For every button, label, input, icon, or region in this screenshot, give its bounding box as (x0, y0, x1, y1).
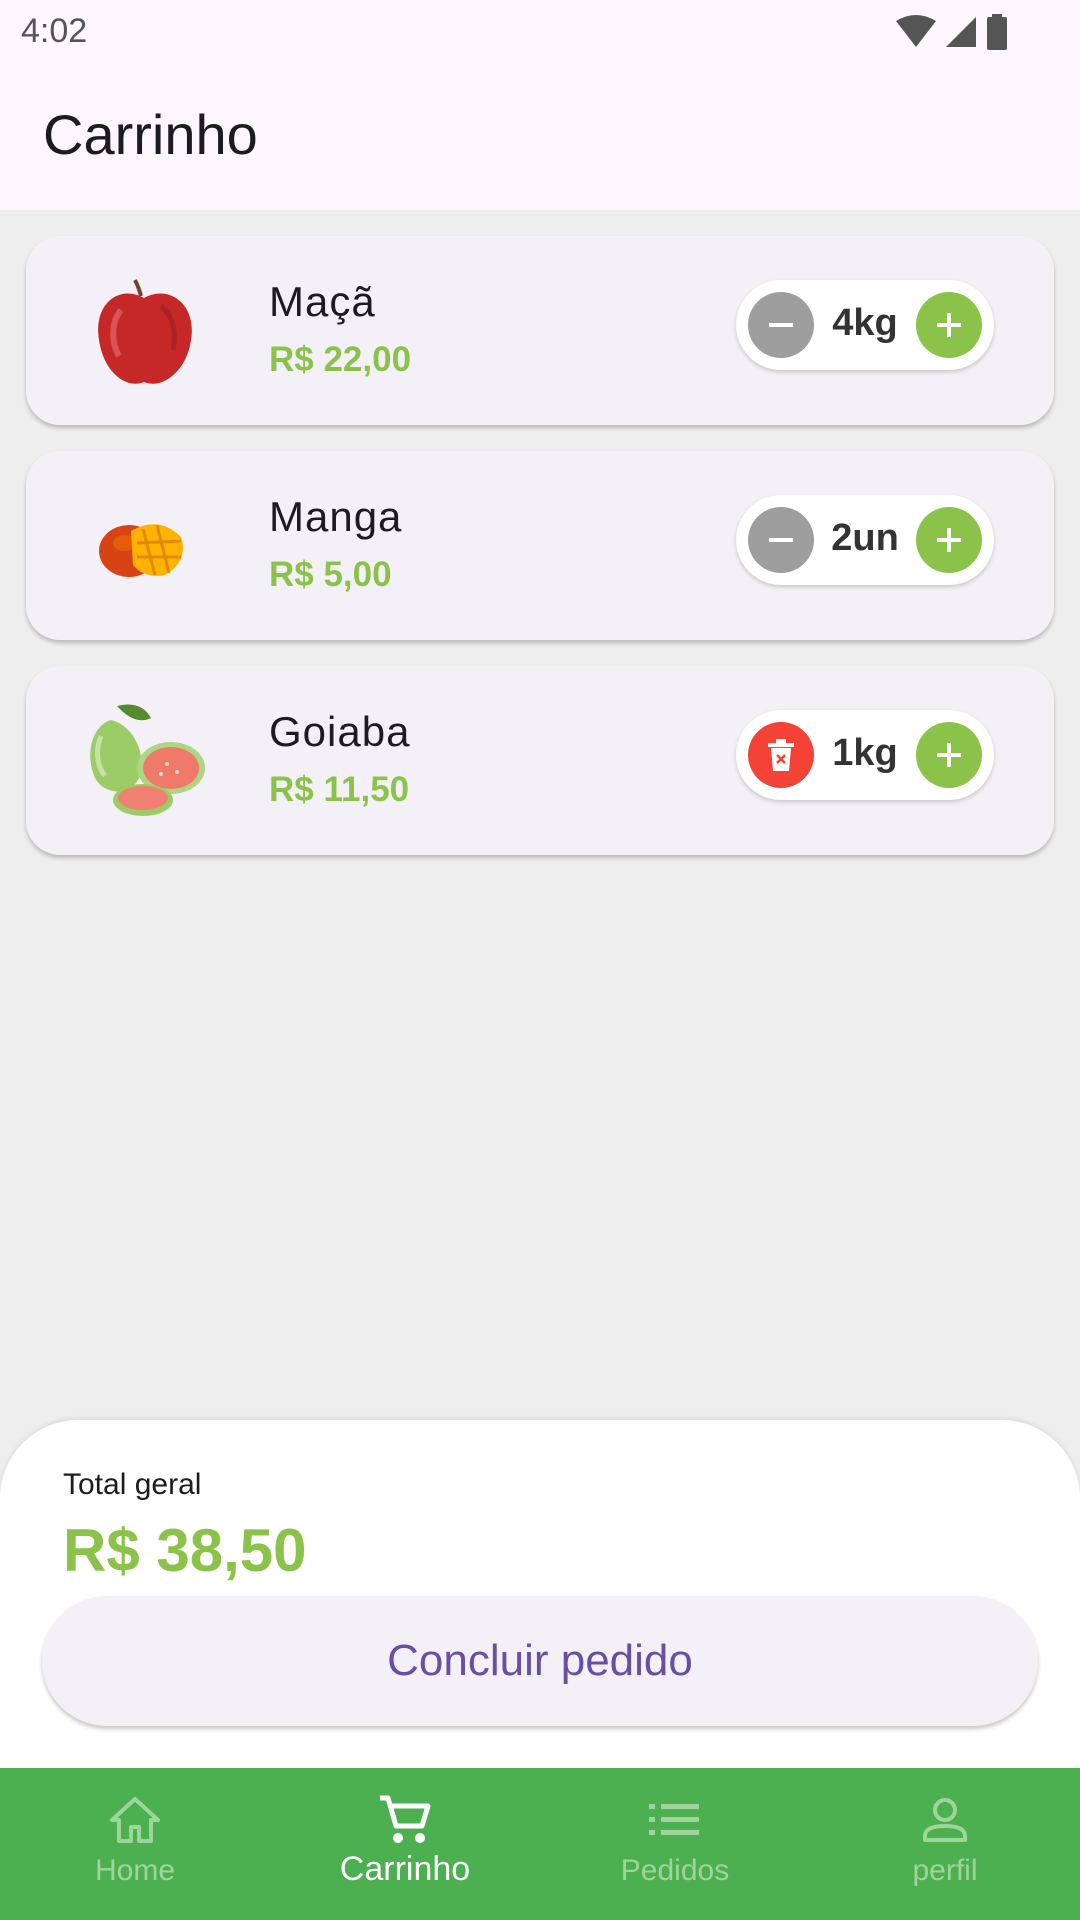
list-icon (649, 1794, 701, 1846)
guava-image (90, 704, 205, 816)
nav-label: perfil (912, 1854, 978, 1887)
quantity-stepper: 2un (736, 495, 994, 585)
home-icon (109, 1794, 161, 1846)
wifi-icon (896, 15, 936, 47)
total-label: Total geral (63, 1468, 202, 1501)
apple-image (98, 279, 192, 384)
nav-label: Home (94, 1854, 176, 1887)
quantity-value: 4kg (832, 302, 898, 344)
quantity-stepper: 4kg (736, 280, 994, 370)
cart-item: Goiaba R$ 11,50 1kg (26, 666, 1054, 855)
quantity-value: 2un (831, 517, 899, 559)
quantity-stepper: 1kg (736, 710, 994, 800)
order-summary: Total geral R$ 38,50 Concluir pedido (0, 1420, 1080, 1768)
cart-icon (378, 1794, 432, 1846)
person-icon (921, 1794, 969, 1846)
checkout-button[interactable]: Concluir pedido (42, 1596, 1038, 1726)
nav-item-orders[interactable]: Pedidos (540, 1768, 810, 1920)
signal-icon (946, 17, 976, 47)
cart-item: Manga R$ 5,00 2un (26, 451, 1054, 640)
status-icons (896, 14, 1008, 50)
delete-button[interactable] (748, 722, 814, 788)
product-price: R$ 5,00 (269, 555, 392, 594)
total-value: R$ 38,50 (63, 1517, 307, 1584)
decrease-button[interactable] (748, 507, 814, 573)
page-title: Carrinho (43, 103, 258, 166)
trash-icon (768, 739, 794, 771)
product-name: Manga (269, 493, 403, 540)
battery-icon (987, 14, 1007, 50)
plus-icon (937, 313, 961, 337)
product-price: R$ 11,50 (269, 770, 410, 809)
product-name: Goiaba (269, 708, 411, 755)
increase-button[interactable] (916, 507, 982, 573)
increase-button[interactable] (916, 722, 982, 788)
status-time: 4:02 (21, 12, 88, 50)
product-price: R$ 22,00 (269, 340, 412, 379)
plus-icon (937, 743, 961, 767)
minus-icon (769, 538, 793, 542)
nav-item-profile[interactable]: perfil (810, 1768, 1080, 1920)
product-name: Maçã (269, 278, 376, 325)
quantity-value: 1kg (832, 732, 898, 774)
plus-icon (937, 528, 961, 552)
decrease-button[interactable] (748, 292, 814, 358)
bottom-nav: Home Carrinho Pedidos perfil (0, 1768, 1080, 1920)
app-bar: Carrinho (0, 64, 1080, 210)
nav-item-cart[interactable]: Carrinho (270, 1768, 540, 1920)
status-bar: 4:02 (0, 0, 1080, 64)
increase-button[interactable] (916, 292, 982, 358)
cart-item: Maçã R$ 22,00 4kg (26, 236, 1054, 425)
cart-list: Maçã R$ 22,00 4kg Manga R$ 5,00 2un Goia… (26, 236, 1054, 881)
minus-icon (769, 323, 793, 327)
nav-label: Carrinho (339, 1850, 471, 1888)
mango-image (99, 524, 183, 577)
nav-item-home[interactable]: Home (0, 1768, 270, 1920)
nav-label: Pedidos (620, 1854, 730, 1887)
